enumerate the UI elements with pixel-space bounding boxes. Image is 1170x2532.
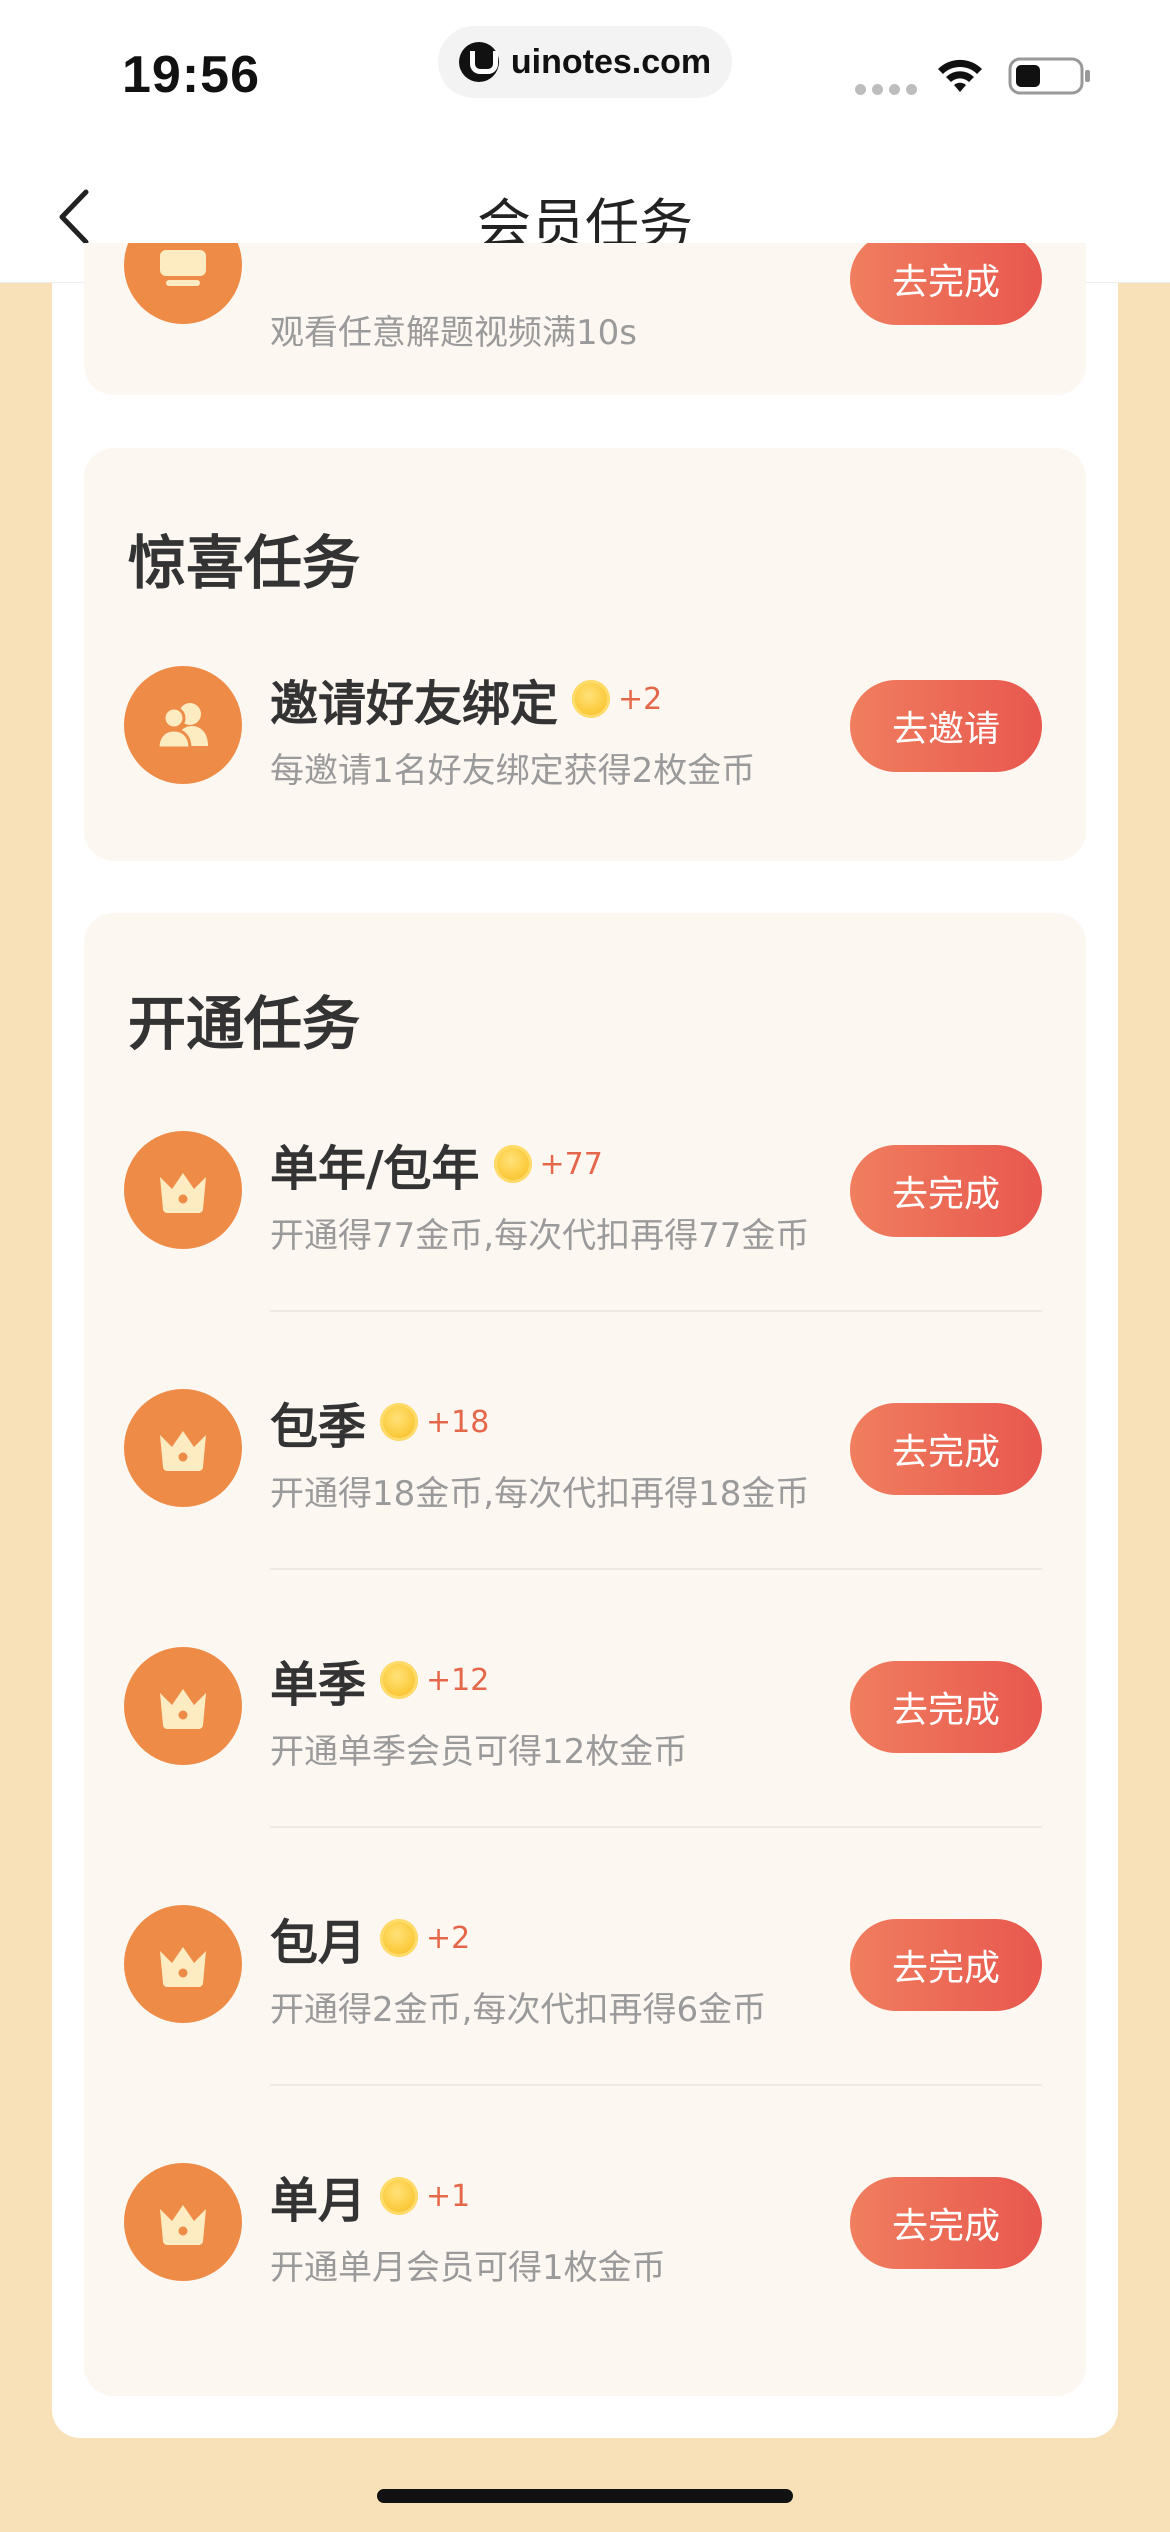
task-row: 单季 +12 开通单季会员可得12枚金币 去完成 xyxy=(84,1609,1086,1867)
complete-button[interactable]: 去完成 xyxy=(850,2177,1042,2269)
coin-amount: +77 xyxy=(539,1146,603,1182)
url-text: uinotes.com xyxy=(510,42,712,81)
tv-icon xyxy=(160,250,206,286)
complete-button[interactable]: 去完成 xyxy=(850,1145,1042,1237)
task-description: 开通得77金币,每次代扣再得77金币 xyxy=(270,1216,810,1256)
task-title: 单月 +1 xyxy=(270,2161,470,2231)
users-icon xyxy=(156,703,208,750)
crown-icon xyxy=(160,2205,206,2245)
complete-button[interactable]: 去完成 xyxy=(850,243,1042,325)
site-logo-icon xyxy=(458,42,499,82)
task-icon xyxy=(124,1131,242,1249)
complete-button[interactable]: 去完成 xyxy=(850,1403,1042,1495)
coin-icon xyxy=(380,1403,419,1441)
task-row-invite: 邀请好友绑定 +2 每邀请1名好友绑定获得2枚金币 去邀请 xyxy=(84,628,1086,886)
divider xyxy=(270,2084,1042,2086)
url-pill[interactable]: uinotes.com xyxy=(438,26,732,98)
coin-amount: +12 xyxy=(426,1662,490,1698)
task-row: 单年/包年 +77 开通得77金币,每次代扣再得77金币 去完成 xyxy=(84,1093,1086,1351)
task-row: 包季 +18 开通得18金币,每次代扣再得18金币 去完成 xyxy=(84,1351,1086,1609)
invite-button[interactable]: 去邀请 xyxy=(850,680,1042,772)
divider xyxy=(270,1826,1042,1828)
surprise-task-section: 惊喜任务 邀请好友绑定 +2 每邀请1名好友绑定获得2枚金币 去邀请 xyxy=(84,448,1086,861)
crown-icon xyxy=(160,1431,206,1471)
crown-icon xyxy=(160,1173,206,1213)
task-title-text: 单季 xyxy=(270,1657,367,1713)
divider xyxy=(270,1310,1042,1312)
task-title-text: 包月 xyxy=(270,1915,367,1971)
coin-icon xyxy=(380,1661,419,1699)
section-title: 开通任务 xyxy=(128,990,361,1058)
task-title: 单年/包年 +77 xyxy=(270,1129,603,1199)
section-title: 惊喜任务 xyxy=(128,529,361,597)
task-description: 开通得2金币,每次代扣再得6金币 xyxy=(270,1990,767,2030)
task-icon xyxy=(124,1905,242,2023)
complete-button[interactable]: 去完成 xyxy=(850,1661,1042,1753)
task-description: 开通得18金币,每次代扣再得18金币 xyxy=(270,1474,810,1514)
battery-icon xyxy=(1008,57,1090,95)
task-icon xyxy=(124,2163,242,2281)
task-title: 单季 +12 xyxy=(270,1645,489,1715)
task-description: 观看任意解题视频满10s xyxy=(270,313,637,353)
open-task-section: 开通任务 单年/包年 +77 开通得77金币,每次代扣再得77金币 去完成 包季… xyxy=(84,913,1086,2396)
task-title: 包月 +2 xyxy=(270,1903,470,1973)
status-bar: 19:56 uinotes.com xyxy=(0,0,1170,140)
task-title: 邀请好友绑定 +2 xyxy=(270,664,662,734)
task-title-text: 单年/包年 xyxy=(270,1141,480,1197)
coin-amount: +18 xyxy=(426,1404,490,1440)
status-time: 19:56 xyxy=(122,46,260,104)
crown-icon xyxy=(160,1947,206,1987)
task-icon xyxy=(124,1647,242,1765)
task-description: 每邀请1名好友绑定获得2枚金币 xyxy=(270,751,756,791)
task-title: 包季 +18 xyxy=(270,1387,489,1457)
crown-icon xyxy=(160,1689,206,1729)
task-row: 单月 +1 开通单月会员可得1枚金币 去完成 xyxy=(84,2125,1086,2383)
complete-button[interactable]: 去完成 xyxy=(850,1919,1042,2011)
coin-icon xyxy=(572,680,611,718)
coin-amount: +2 xyxy=(618,681,663,717)
task-title-text: 包季 xyxy=(270,1399,367,1455)
task-title-text: 邀请好友绑定 xyxy=(270,676,559,732)
task-description: 开通单月会员可得1枚金币 xyxy=(270,2248,666,2288)
coin-amount: +2 xyxy=(426,1920,471,1956)
daily-task-section: 观看任意解题视频满10s 去完成 xyxy=(84,243,1086,395)
task-icon xyxy=(124,243,242,324)
coin-icon xyxy=(493,1145,532,1183)
task-icon xyxy=(124,1389,242,1507)
wifi-icon xyxy=(938,59,982,92)
task-row: 包月 +2 开通得2金币,每次代扣再得6金币 去完成 xyxy=(84,1867,1086,2125)
coin-icon xyxy=(380,2177,419,2215)
divider xyxy=(270,1568,1042,1570)
cellular-signal-icon xyxy=(855,84,917,95)
task-title-text: 单月 xyxy=(270,2173,367,2229)
task-list-card: 观看任意解题视频满10s 去完成 惊喜任务 邀请好友绑定 +2 每邀请1名好友绑… xyxy=(52,243,1118,2438)
coin-icon xyxy=(380,1919,419,1957)
task-description: 开通单季会员可得12枚金币 xyxy=(270,1732,688,1772)
task-icon xyxy=(124,666,242,784)
home-indicator[interactable] xyxy=(377,2489,793,2503)
coin-amount: +1 xyxy=(426,2178,471,2214)
